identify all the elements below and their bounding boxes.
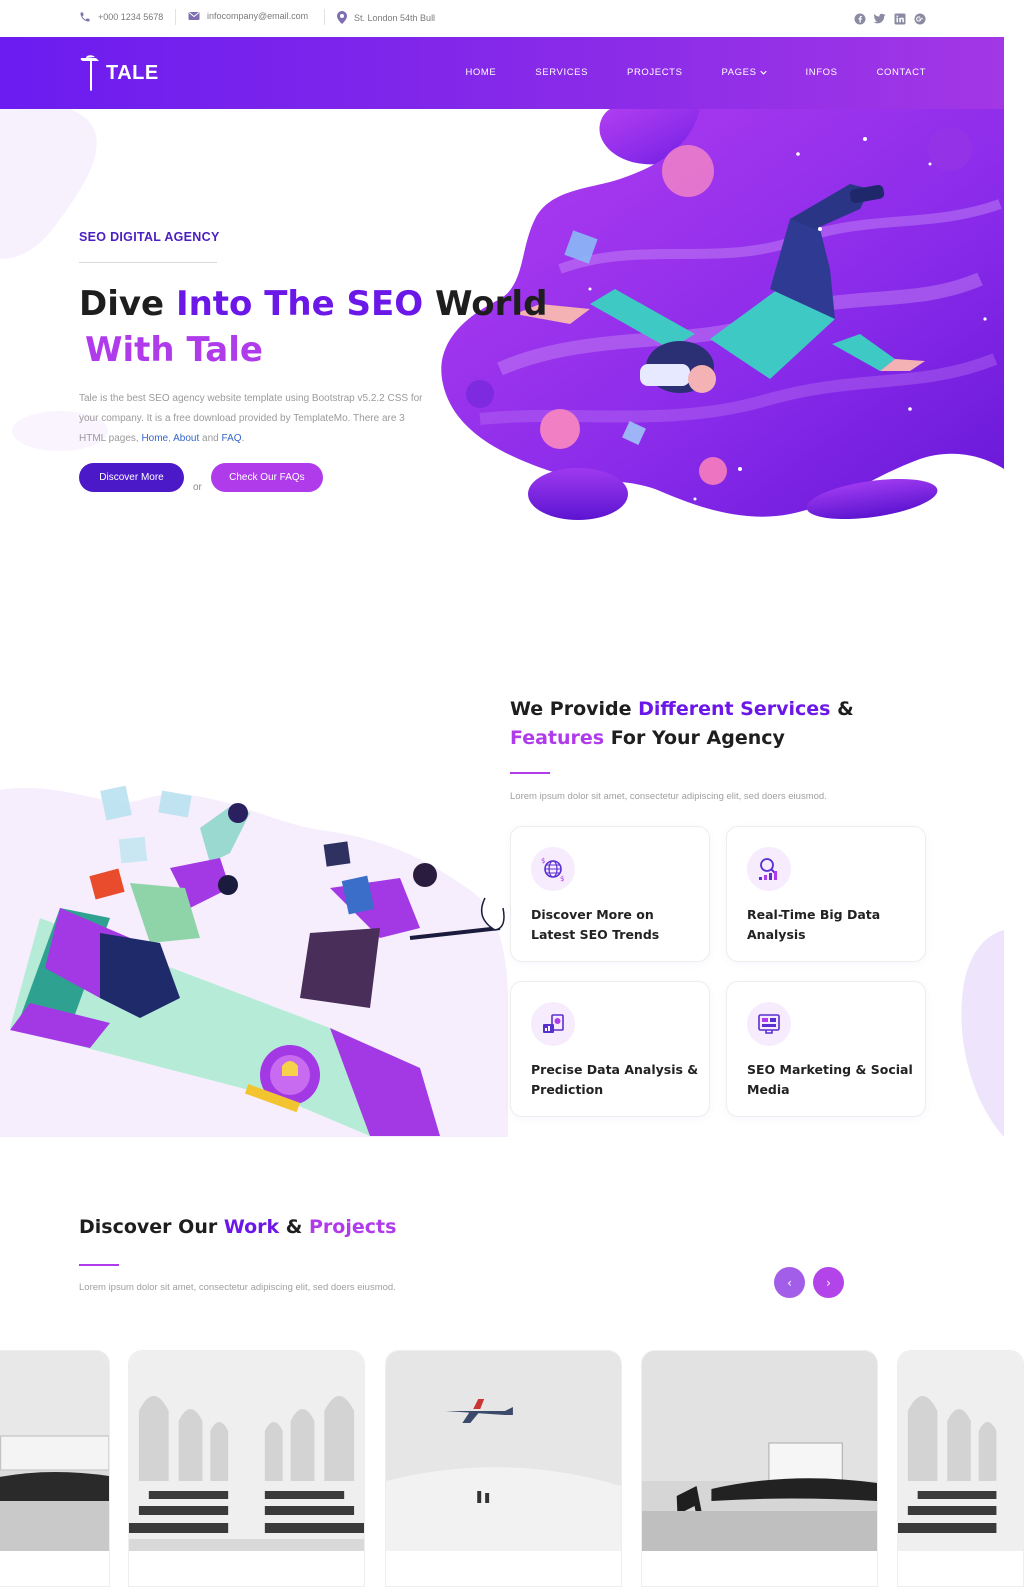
map-pin-icon <box>337 11 347 24</box>
tale-logo-icon <box>80 55 99 91</box>
project-image-desk <box>642 1351 877 1551</box>
hero-description: Tale is the best SEO agency website temp… <box>79 393 423 444</box>
svg-text:$: $ <box>560 875 564 883</box>
service-card-title: Real-Time Big Data Analysis <box>747 907 881 942</box>
nav-infos[interactable]: INFOS <box>806 67 838 78</box>
or-text: or <box>193 482 202 493</box>
carousel-prev-button[interactable]: ‹ <box>774 1267 805 1298</box>
email-text: infocompany@email.com <box>207 11 309 21</box>
hero-title-part1: Dive <box>79 284 176 324</box>
projects-head-3: & <box>279 1216 309 1238</box>
hero-text-end: . <box>241 433 245 444</box>
project-card[interactable] <box>128 1350 365 1587</box>
address-contact: St. London 54th Bull <box>337 11 435 24</box>
project-card[interactable] <box>0 1350 110 1587</box>
about-link[interactable]: About <box>173 433 199 444</box>
carousel-next-button[interactable]: › <box>813 1267 844 1298</box>
service-card-title: SEO Marketing & Social Media <box>747 1062 913 1097</box>
projects-head-1: Discover Our <box>79 1216 224 1238</box>
email-contact[interactable]: infocompany@email.com <box>188 11 308 21</box>
twitter-icon[interactable] <box>873 12 886 25</box>
phone-contact[interactable]: +000 1234 5678 <box>79 11 163 23</box>
facebook-icon[interactable] <box>853 12 866 25</box>
services-heading: We Provide Different Services & Features… <box>510 695 950 753</box>
services-head-5: For Your Agency <box>604 727 785 749</box>
project-card[interactable] <box>385 1350 622 1587</box>
nav-services[interactable]: SERVICES <box>535 67 588 78</box>
projects-head-2: Work <box>223 1216 280 1238</box>
phone-icon <box>80 12 90 22</box>
service-card-title: Discover More on Latest SEO Trends <box>531 907 660 942</box>
hero-content: SEO DIGITAL AGENCY Dive Into The SEO Wor… <box>79 230 547 449</box>
services-subtitle: Lorem ipsum dolor sit amet, consectetur … <box>510 791 827 802</box>
check-faqs-button[interactable]: Check Our FAQs <box>210 463 323 492</box>
projects-subtitle: Lorem ipsum dolor sit amet, consectetur … <box>79 1282 396 1293</box>
hero-title-part2: Into The SEO <box>175 284 424 324</box>
service-card-seo-trends[interactable]: $ $ Discover More on Latest SEO Trends <box>510 826 710 962</box>
nav-contact[interactable]: CONTACT <box>877 67 926 78</box>
hero-buttons: Discover More or Check Our FAQs <box>79 463 323 493</box>
social-links <box>853 12 926 25</box>
envelope-icon <box>188 12 200 20</box>
hero-text-and: and <box>199 433 222 444</box>
projects-heading: Discover Our Work & Projects <box>79 1216 396 1238</box>
services-head-2: Different Services <box>638 698 831 720</box>
service-card-data-analysis[interactable]: Precise Data Analysis & Prediction <box>510 981 710 1117</box>
divider <box>175 9 176 25</box>
top-bar: +000 1234 5678 infocompany@email.com St.… <box>0 0 1004 37</box>
services-illustration <box>10 785 505 1136</box>
divider <box>324 9 325 25</box>
service-card-seo-marketing[interactable]: SEO Marketing & Social Media <box>726 981 926 1117</box>
home-link[interactable]: Home <box>141 433 168 444</box>
data-analysis-icon <box>531 1002 575 1046</box>
project-image-table <box>0 1351 109 1551</box>
nav-projects[interactable]: PROJECTS <box>627 67 682 78</box>
project-image-airplane <box>386 1351 621 1551</box>
chevron-down-icon <box>759 70 767 75</box>
projects-head-4: Projects <box>309 1216 397 1238</box>
services-divider <box>510 772 550 774</box>
hero-eyebrow: SEO DIGITAL AGENCY <box>79 230 220 244</box>
hero-text-body: Tale is the best SEO agency website temp… <box>79 393 423 444</box>
project-image-chapel <box>129 1351 364 1551</box>
main-menu: HOME SERVICES PROJECTS PAGES INFOS CONTA… <box>465 67 926 78</box>
nav-pages-label: PAGES <box>721 67 757 78</box>
services-head-4: Features <box>510 727 605 749</box>
service-card-big-data[interactable]: Real-Time Big Data Analysis <box>726 826 926 962</box>
phone-text: +000 1234 5678 <box>98 12 164 22</box>
discover-more-button[interactable]: Discover More <box>79 463 184 492</box>
project-card[interactable] <box>897 1350 1024 1587</box>
hero-title-part4: With Tale <box>85 330 263 370</box>
linkedin-icon[interactable] <box>893 12 906 25</box>
main-navbar: TALE HOME SERVICES PROJECTS PAGES INFOS … <box>0 37 1004 109</box>
svg-text:$: $ <box>541 857 545 865</box>
service-card-title: Precise Data Analysis & Prediction <box>531 1062 699 1097</box>
address-text: St. London 54th Bull <box>354 12 436 23</box>
faq-link[interactable]: FAQ <box>222 433 242 444</box>
logo[interactable]: TALE <box>78 54 159 92</box>
search-chart-icon <box>747 847 791 891</box>
logo-text: TALE <box>106 61 159 84</box>
project-card[interactable] <box>641 1350 878 1587</box>
services-head-3: & <box>830 698 854 720</box>
seo-monitor-icon <box>747 1002 791 1046</box>
nav-home[interactable]: HOME <box>465 67 496 78</box>
nav-pages[interactable]: PAGES <box>722 67 767 78</box>
services-head-1: We Provide <box>510 698 639 720</box>
eyebrow-divider <box>79 262 217 263</box>
project-image-chapel-2 <box>898 1351 1023 1551</box>
projects-divider <box>79 1264 119 1266</box>
hero-title-part3: World <box>423 284 548 324</box>
globe-dollar-icon: $ $ <box>531 847 575 891</box>
google-plus-icon[interactable] <box>913 12 926 25</box>
hero-title: Dive Into The SEO World With Tale <box>79 281 547 373</box>
